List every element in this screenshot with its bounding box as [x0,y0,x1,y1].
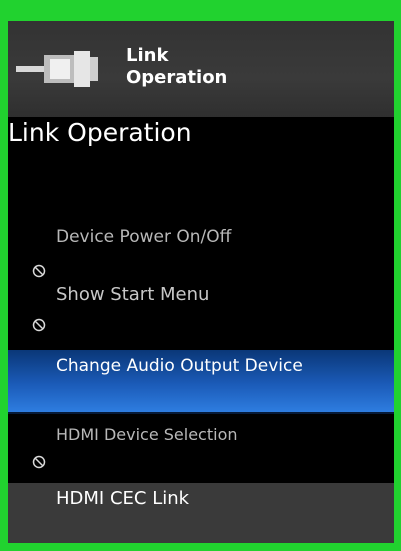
menu-item-device-power[interactable]: Device Power On/Off [8,222,394,278]
header-bar: Link Operation [8,21,394,117]
menu-item-label: Show Start Menu [56,284,210,305]
menu-item-show-start-menu[interactable]: Show Start Menu [8,284,394,334]
disabled-icon [32,318,46,332]
menu-item-label: Device Power On/Off [56,227,232,247]
header-title-line2: Operation [126,67,228,88]
disabled-icon [32,264,46,278]
screen-frame: Link Operation Link Operation Device Pow… [0,0,401,551]
menu-item-label: HDMI Device Selection [56,425,238,444]
frame-border-right [394,0,401,551]
header-title: Link Operation [126,45,326,89]
menu-item-label: Change Audio Output Device [56,356,303,376]
page-title: Link Operation [8,118,192,147]
frame-border-top [0,0,401,21]
plug-icon [16,47,126,91]
menu-item-label: HDMI CEC Link [56,488,190,509]
menu-item-hdmi-cec-link[interactable]: HDMI CEC Link [8,483,394,543]
menu-item-change-audio-output[interactable]: Change Audio Output Device [8,350,394,414]
frame-border-left [0,0,8,551]
frame-border-bottom [0,543,401,551]
header-title-line1: Link [126,45,169,66]
disabled-icon [32,455,46,469]
menu-item-hdmi-device-selection[interactable]: HDMI Device Selection [8,420,394,470]
